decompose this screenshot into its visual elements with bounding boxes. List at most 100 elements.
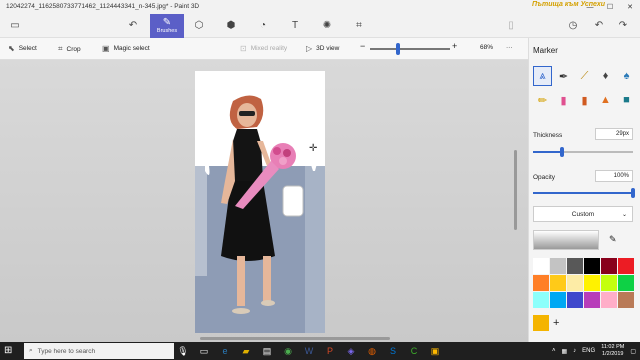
3d-view-button[interactable]: ▷ 3D view <box>306 44 339 53</box>
crop-tool[interactable]: ⌗ Crop <box>58 44 81 54</box>
canvas-image[interactable]: ✛ <box>195 71 325 333</box>
marker-tool[interactable]: ⩓ <box>533 66 552 86</box>
fill-bucket-icon: ■ <box>623 94 630 106</box>
color-swatch[interactable] <box>601 258 617 274</box>
3d-view-icon: ▷ <box>306 44 313 53</box>
eraser-tool[interactable]: ▮ <box>554 90 573 110</box>
minimize-button[interactable]: — <box>580 0 600 14</box>
opacity-input[interactable]: 100% <box>595 170 633 182</box>
color-swatch[interactable] <box>618 258 634 274</box>
microphone-icon[interactable]: 🎙 <box>176 344 190 358</box>
store-icon[interactable]: ▤ <box>260 344 274 358</box>
zoom-level: 68% <box>480 44 494 51</box>
color-swatch[interactable] <box>584 275 600 291</box>
file-explorer-icon[interactable]: ▰ <box>239 344 253 358</box>
more-options-button[interactable]: ··· <box>506 44 513 51</box>
current-color-swatch[interactable] <box>533 230 599 250</box>
oil-brush-tool[interactable]: ⟋ <box>575 66 594 86</box>
clock[interactable]: 11:02 PM 1/2/2019 <box>601 344 624 358</box>
notifications-icon[interactable]: ▢ <box>630 348 636 355</box>
color-swatch[interactable] <box>618 292 634 308</box>
pencil-tool[interactable]: ✏ <box>533 90 552 110</box>
horizontal-scrollbar[interactable] <box>200 337 390 340</box>
taskbar-search-box[interactable]: ⌕ Type here to search <box>24 343 174 359</box>
undo-icon[interactable]: ↶ <box>126 18 140 32</box>
history-icon[interactable]: ◷ <box>566 18 580 32</box>
paint3d-icon[interactable]: ◈ <box>344 344 358 358</box>
color-swatch[interactable] <box>584 258 600 274</box>
vertical-scrollbar[interactable] <box>514 150 517 230</box>
color-swatch[interactable] <box>533 258 549 274</box>
color-swatch[interactable] <box>584 292 600 308</box>
opacity-label: Opacity <box>533 174 556 181</box>
volume-icon[interactable]: ♪ <box>573 348 576 354</box>
skype-icon[interactable]: S <box>386 344 400 358</box>
firefox-icon[interactable]: ◍ <box>365 344 379 358</box>
stickers-icon[interactable]: ◔ <box>256 18 270 32</box>
color-swatch[interactable] <box>618 275 634 291</box>
tab-brushes[interactable]: ✎ Brushes <box>150 14 184 38</box>
pencil-icon: ✏ <box>537 94 548 107</box>
undo-arrow-icon[interactable]: ↶ <box>592 18 606 32</box>
network-icon[interactable]: ▦ <box>562 348 568 355</box>
color-swatch[interactable] <box>567 258 583 274</box>
ribbon: ▭ ↶ ✎ Brushes ⬡ ⬢ ◔ T ✺ ⌗ ▯ ◷ ↶ ↷ <box>0 14 640 38</box>
color-swatch[interactable] <box>601 275 617 291</box>
zoom-slider-thumb[interactable] <box>396 43 400 55</box>
color-palette <box>533 258 634 308</box>
camtasia-icon[interactable]: C <box>407 344 421 358</box>
spray-can-tool[interactable]: ▲ <box>596 90 615 110</box>
task-view-icon[interactable]: ▭ <box>197 344 211 358</box>
word-icon[interactable]: W <box>302 344 316 358</box>
zoom-out-button[interactable]: − <box>360 41 365 51</box>
woman-photo <box>195 71 325 333</box>
opacity-slider-thumb[interactable] <box>631 188 635 198</box>
pixel-pen-tool[interactable]: ♠ <box>617 66 636 86</box>
effects-icon[interactable]: ✺ <box>320 18 334 32</box>
edge-icon[interactable]: e <box>218 344 232 358</box>
color-swatch[interactable] <box>550 292 566 308</box>
crayon-tool[interactable]: ▮ <box>575 90 594 110</box>
fill-tool[interactable]: ■ <box>617 90 636 110</box>
color-swatch[interactable] <box>567 275 583 291</box>
preset-dropdown[interactable]: Custom ⌄ <box>533 206 633 222</box>
color-swatch[interactable] <box>533 292 549 308</box>
color-swatch[interactable] <box>550 258 566 274</box>
shapes-2d-icon[interactable]: ⬡ <box>192 18 206 32</box>
zoom-slider[interactable] <box>370 48 450 50</box>
language-indicator[interactable]: ENG <box>582 348 595 354</box>
mixed-reality-button[interactable]: ⊡ Mixed reality <box>240 44 287 53</box>
zoom-in-button[interactable]: + <box>452 41 457 51</box>
thickness-input[interactable]: 29px <box>595 128 633 140</box>
watercolor-icon: ♦ <box>602 70 609 82</box>
shapes-3d-icon[interactable]: ⬢ <box>224 18 238 32</box>
custom-color-swatch[interactable] <box>533 315 549 331</box>
crosshair-cursor-icon: ✛ <box>309 143 318 154</box>
text-icon[interactable]: T <box>288 18 302 32</box>
powerpoint-icon[interactable]: P <box>323 344 337 358</box>
select-icon: ⬉ <box>8 44 15 53</box>
calligraphy-pen-tool[interactable]: ✒ <box>554 66 573 86</box>
menu-icon[interactable]: ▭ <box>8 18 22 32</box>
sticky-notes-icon[interactable]: ▣ <box>428 344 442 358</box>
chevron-up-icon[interactable]: ˄ <box>552 348 556 354</box>
windows-start-icon[interactable]: ⊞ <box>4 345 12 356</box>
select-tool[interactable]: ⬉ Select <box>8 44 37 53</box>
color-swatch[interactable] <box>601 292 617 308</box>
canvas-icon[interactable]: ⌗ <box>352 18 366 32</box>
close-button[interactable]: ✕ <box>620 0 640 14</box>
secondary-toolbar: ⬉ Select ⌗ Crop ▣ Magic select ⊡ Mixed r… <box>0 38 528 60</box>
color-swatch[interactable] <box>567 292 583 308</box>
watercolor-tool[interactable]: ♦ <box>596 66 615 86</box>
color-swatch[interactable] <box>533 275 549 291</box>
redo-arrow-icon[interactable]: ↷ <box>616 18 630 32</box>
thickness-slider-thumb[interactable] <box>560 147 564 157</box>
chrome-icon[interactable]: ◉ <box>281 344 295 358</box>
color-swatch[interactable] <box>550 275 566 291</box>
system-tray: ˄ ▦ ♪ ENG 11:02 PM 1/2/2019 ▢ <box>552 344 636 358</box>
maximize-button[interactable]: ☐ <box>600 0 620 14</box>
add-color-button[interactable]: + <box>553 317 559 329</box>
eyedropper-icon[interactable]: ✎ <box>609 234 617 245</box>
paste-icon[interactable]: ▯ <box>504 18 518 32</box>
magic-select-tool[interactable]: ▣ Magic select <box>102 44 150 53</box>
